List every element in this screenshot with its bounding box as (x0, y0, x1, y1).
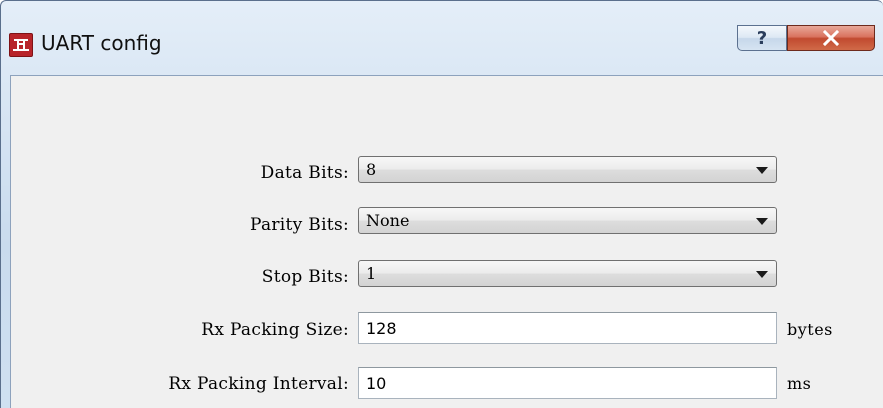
close-button[interactable] (787, 25, 875, 51)
stop-bits-label: Stop Bits: (261, 267, 349, 287)
window-title: UART config (41, 31, 162, 55)
data-bits-dropdown[interactable]: 8 (358, 156, 777, 183)
dialog-body: Data Bits: 8 Parity Bits: None Stop Bits… (10, 75, 883, 408)
rx-packing-size-input[interactable] (358, 312, 777, 344)
rx-packing-size-label: Rx Packing Size: (201, 320, 349, 340)
parity-bits-value: None (366, 211, 410, 230)
chevron-down-icon (756, 271, 768, 278)
rx-packing-interval-unit: ms (787, 374, 812, 393)
rx-packing-interval-label: Rx Packing Interval: (168, 374, 349, 394)
uart-config-dialog: UART config ? Data Bits: 8 Parity Bits: … (0, 0, 883, 408)
app-logo-icon (9, 33, 33, 57)
close-x-icon (821, 30, 841, 46)
parity-bits-dropdown[interactable]: None (358, 207, 777, 234)
chevron-down-icon (756, 167, 768, 174)
data-bits-label: Data Bits: (260, 163, 349, 183)
chevron-down-icon (756, 218, 768, 225)
question-mark-icon: ? (756, 27, 768, 49)
stop-bits-dropdown[interactable]: 1 (358, 260, 777, 287)
rx-packing-interval-input[interactable] (358, 367, 777, 399)
data-bits-value: 8 (366, 160, 377, 179)
parity-bits-label: Parity Bits: (249, 215, 349, 235)
stop-bits-value: 1 (366, 264, 377, 283)
rx-packing-size-unit: bytes (787, 320, 833, 339)
help-button[interactable]: ? (737, 25, 787, 51)
title-bar[interactable]: UART config ? (1, 1, 883, 81)
